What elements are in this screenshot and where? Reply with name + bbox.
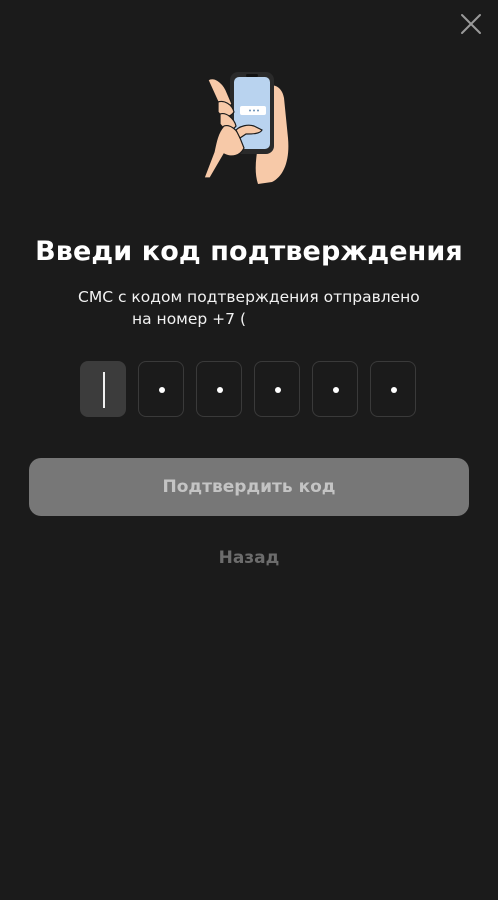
sms-info-line-2: на номер +7 ( bbox=[132, 310, 246, 328]
code-digit-1[interactable] bbox=[80, 361, 126, 417]
placeholder-dot bbox=[391, 387, 397, 393]
confirm-code-button[interactable]: Подтвердить код bbox=[29, 458, 469, 516]
code-input-group bbox=[80, 361, 420, 419]
placeholder-dot bbox=[333, 387, 339, 393]
code-digit-3[interactable] bbox=[196, 361, 242, 417]
code-digit-4[interactable] bbox=[254, 361, 300, 417]
page-title: Введи код подтверждения bbox=[35, 236, 463, 267]
back-button[interactable]: Назад bbox=[0, 548, 498, 568]
text-cursor bbox=[103, 372, 105, 408]
hand-holding-phone-illustration bbox=[200, 68, 300, 186]
close-button[interactable] bbox=[456, 9, 486, 39]
placeholder-dot bbox=[217, 387, 223, 393]
sms-info-text: СМС с кодом подтверждения отправлено на … bbox=[30, 286, 468, 330]
sms-info-line-1: СМС с кодом подтверждения отправлено bbox=[78, 288, 420, 306]
code-digit-6[interactable] bbox=[370, 361, 416, 417]
close-icon bbox=[461, 14, 481, 34]
code-digit-5[interactable] bbox=[312, 361, 358, 417]
code-digit-2[interactable] bbox=[138, 361, 184, 417]
placeholder-dot bbox=[275, 387, 281, 393]
placeholder-dot bbox=[159, 387, 165, 393]
